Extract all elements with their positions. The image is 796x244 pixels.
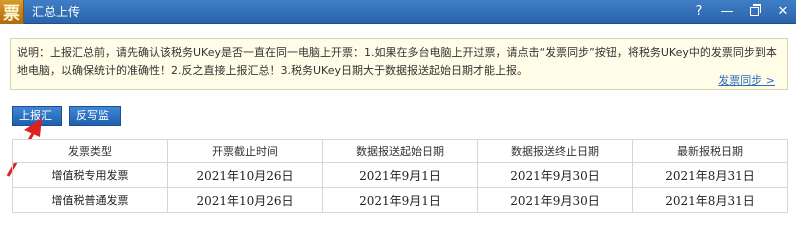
help-icon[interactable]: ? xyxy=(692,0,706,24)
header-invoice-type: 发票类型 xyxy=(12,139,168,163)
writeback-monitor-button[interactable]: 反写监控 xyxy=(69,106,121,140)
table-header-row: 发票类型 开票截止时间 数据报送起始日期 数据报送终止日期 最新报税日期 xyxy=(12,139,788,163)
cell-issue-deadline: 2021年10月26日 xyxy=(167,187,323,213)
window-controls: ? — ✕ xyxy=(692,0,790,24)
close-icon[interactable]: ✕ xyxy=(776,0,790,24)
cell-report-end-date: 2021年9月30日 xyxy=(477,187,633,213)
cell-report-start-date: 2021年9月1日 xyxy=(322,162,478,188)
app-logo-icon: 票 xyxy=(0,0,24,24)
header-latest-tax-date: 最新报税日期 xyxy=(632,139,788,163)
title-bar: 票 汇总上传 ? — ✕ xyxy=(0,0,796,24)
window-title: 汇总上传 xyxy=(32,5,81,19)
restore-icon[interactable] xyxy=(748,0,762,24)
minimize-icon[interactable]: — xyxy=(720,0,734,24)
cell-issue-deadline: 2021年10月26日 xyxy=(167,162,323,188)
header-report-start-date: 数据报送起始日期 xyxy=(322,139,478,163)
table-row[interactable]: 增值税普通发票 2021年10月26日 2021年9月1日 2021年9月30日… xyxy=(12,187,788,213)
header-issue-deadline: 开票截止时间 xyxy=(167,139,323,163)
tax-summary-table: 发票类型 开票截止时间 数据报送起始日期 数据报送终止日期 最新报税日期 增值税… xyxy=(12,139,788,213)
notice-text: 说明：上报汇总前，请先确认该税务UKey是否一直在同一电脑上开票：1.如果在多台… xyxy=(17,46,777,77)
cell-invoice-type: 增值税专用发票 xyxy=(12,162,168,188)
cell-report-end-date: 2021年9月30日 xyxy=(477,162,633,188)
cell-latest-tax-date: 2021年8月31日 xyxy=(632,187,788,213)
notice-box: 说明：上报汇总前，请先确认该税务UKey是否一直在同一电脑上开票：1.如果在多台… xyxy=(10,38,788,90)
table-row[interactable]: 增值税专用发票 2021年10月26日 2021年9月1日 2021年9月30日… xyxy=(12,162,788,188)
invoice-sync-link[interactable]: 发票同步 > xyxy=(718,72,775,88)
cell-invoice-type: 增值税普通发票 xyxy=(12,187,168,213)
header-report-end-date: 数据报送终止日期 xyxy=(477,139,633,163)
cell-report-start-date: 2021年9月1日 xyxy=(322,187,478,213)
cell-latest-tax-date: 2021年8月31日 xyxy=(632,162,788,188)
